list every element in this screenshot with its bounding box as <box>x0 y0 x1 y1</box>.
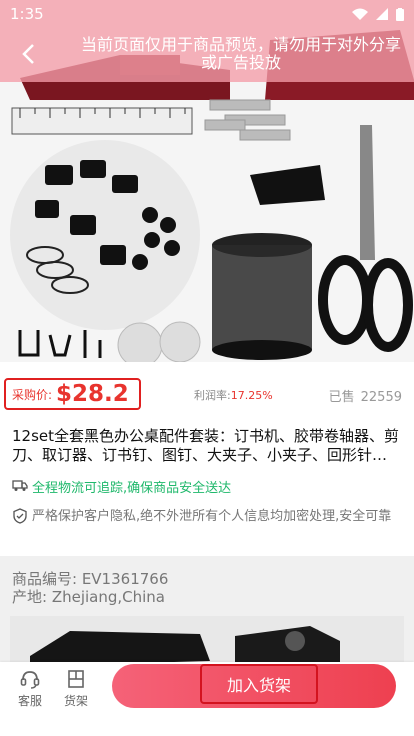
shield-icon <box>13 508 27 524</box>
product-preview-screen: 1:35 当前页面仅用于商品预览，请勿用于对外分享或广告投放 采购价: $28.… <box>0 0 414 736</box>
logistics-text: 全程物流可追踪,确保商品安全送达 <box>32 481 232 496</box>
add-to-shelf-label[interactable]: 加入货架 <box>200 664 318 704</box>
detail-image <box>10 616 404 662</box>
sold-label: 已售 <box>328 390 355 405</box>
price-value: $28.2 <box>56 381 129 407</box>
customer-service-label: 客服 <box>17 694 42 708</box>
sold-number: 22559 <box>360 390 402 405</box>
profit-value: 17.25% <box>230 389 273 402</box>
headset-icon <box>20 671 40 689</box>
price-label: 采购价: <box>12 387 53 402</box>
profit-rate: 利润率:17.25% <box>194 387 273 403</box>
back-button[interactable] <box>14 40 42 68</box>
shelf-icon <box>68 670 84 688</box>
privacy-info: 严格保护客户隐私,绝不外泄所有个人信息均加密处理,安全可靠 <box>12 508 407 525</box>
status-time: 1:35 <box>10 5 44 23</box>
chevron-left-icon <box>22 44 34 64</box>
wifi-icon <box>352 8 368 20</box>
spec-section: 商品编号: EV1361766 产地: Zhejiang,China <box>0 556 414 662</box>
privacy-text: 严格保护客户隐私,绝不外泄所有个人信息均加密处理,安全可靠 <box>32 509 392 524</box>
status-bar: 1:35 <box>0 0 414 28</box>
signal-icon <box>376 8 388 20</box>
product-origin: 产地: Zhejiang,China <box>12 588 166 606</box>
logistics-info: 全程物流可追踪,确保商品安全送达 <box>12 477 231 496</box>
truck-icon <box>12 480 28 491</box>
sold-count: 已售 22559 <box>329 386 402 405</box>
battery-icon <box>396 7 404 21</box>
shelf-button[interactable]: 货架 <box>56 668 96 709</box>
shelf-label: 货架 <box>63 694 88 708</box>
banner-text: 当前页面仅用于商品预览，请勿用于对外分享或广告投放 <box>80 35 401 72</box>
purchase-price: 采购价: $28.2 <box>4 378 141 410</box>
customer-service-button[interactable]: 客服 <box>10 668 50 709</box>
profit-label: 利润率: <box>194 389 231 402</box>
price-row: 采购价: $28.2 利润率:17.25% 已售 22559 <box>0 374 414 412</box>
product-title: 12set全套黑色办公桌配件套装：订书机、胶带卷轴器、剪刀、取订器、订书钉、图钉… <box>12 427 402 464</box>
bottom-spacer <box>0 718 414 736</box>
